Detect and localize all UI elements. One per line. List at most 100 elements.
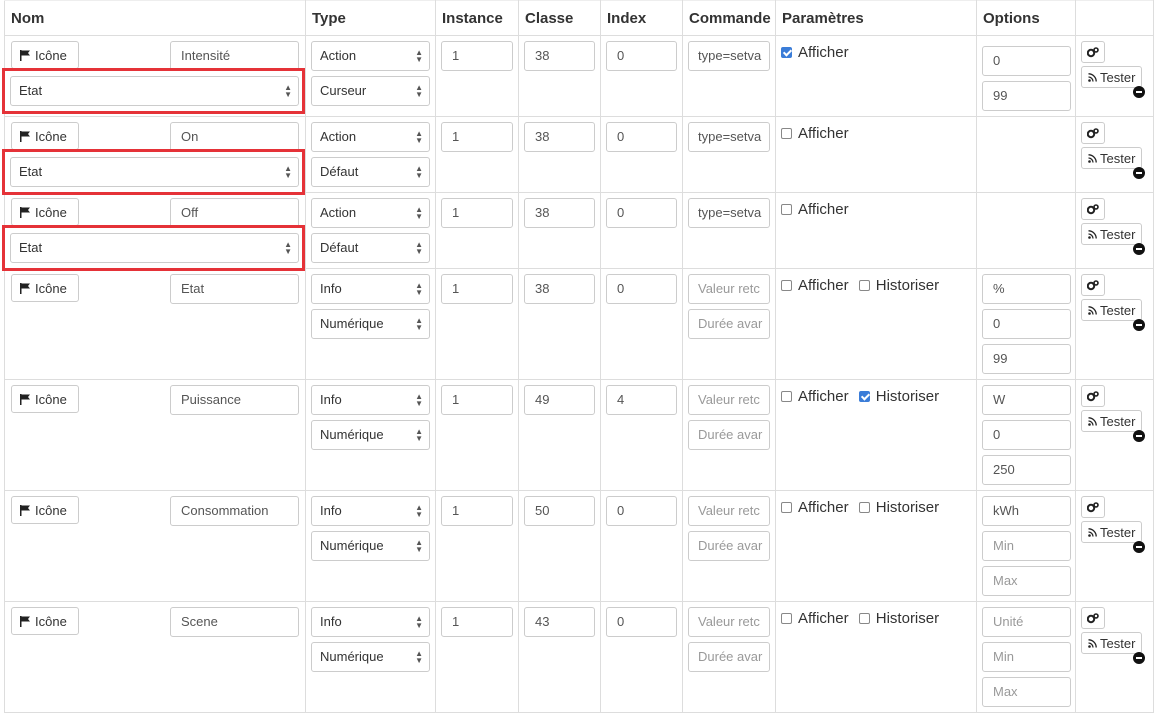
command-name-input[interactable]: Etat	[170, 274, 299, 304]
command-name-input[interactable]: Consommation	[170, 496, 299, 526]
return-value-input[interactable]: Valeur retc	[688, 607, 770, 637]
instance-input[interactable]: 1	[441, 607, 513, 637]
test-button[interactable]: Tester	[1081, 66, 1143, 88]
type-select[interactable]: Info ▲ ▼	[311, 496, 430, 526]
icon-button[interactable]: Icône	[11, 198, 79, 226]
command-input[interactable]: type=setva	[688, 41, 770, 71]
state-select[interactable]: Etat ▲ ▼	[10, 233, 299, 263]
delay-input[interactable]: Durée avar	[688, 309, 770, 339]
state-select[interactable]: Etat ▲ ▼	[10, 157, 299, 187]
icon-button[interactable]: Icône	[11, 41, 79, 69]
subtype-select[interactable]: Défaut ▲ ▼	[311, 157, 430, 187]
instance-input[interactable]: 1	[441, 385, 513, 415]
afficher-checkbox[interactable]	[781, 391, 792, 402]
instance-input[interactable]: 1	[441, 122, 513, 152]
command-input[interactable]: type=setva	[688, 198, 770, 228]
option-input[interactable]: kWh	[982, 496, 1071, 526]
return-value-input[interactable]: Valeur retc	[688, 274, 770, 304]
option-input[interactable]: Min	[982, 642, 1071, 672]
return-value-input[interactable]: Valeur retc	[688, 496, 770, 526]
configure-button[interactable]	[1081, 385, 1105, 407]
option-input[interactable]: 99	[982, 81, 1071, 111]
classe-input[interactable]: 49	[524, 385, 595, 415]
configure-button[interactable]	[1081, 122, 1105, 144]
delay-input[interactable]: Durée avar	[688, 642, 770, 672]
return-value-input[interactable]: Valeur retc	[688, 385, 770, 415]
remove-icon[interactable]	[1133, 167, 1145, 179]
instance-input[interactable]: 1	[441, 198, 513, 228]
afficher-checkbox[interactable]	[781, 613, 792, 624]
classe-input[interactable]: 43	[524, 607, 595, 637]
index-input[interactable]: 4	[606, 385, 677, 415]
historiser-checkbox[interactable]	[858, 391, 870, 402]
afficher-checkbox[interactable]	[781, 280, 792, 291]
index-input[interactable]: 0	[606, 607, 677, 637]
test-button[interactable]: Tester	[1081, 299, 1143, 321]
subtype-select[interactable]: Numérique ▲ ▼	[311, 531, 430, 561]
configure-button[interactable]	[1081, 496, 1105, 518]
option-input[interactable]: Max	[982, 677, 1071, 707]
option-input[interactable]: Unité	[982, 607, 1071, 637]
subtype-select[interactable]: Numérique ▲ ▼	[311, 420, 430, 450]
afficher-checkbox[interactable]	[781, 502, 792, 513]
command-name-input[interactable]: On	[170, 122, 299, 152]
command-name-input[interactable]: Off	[170, 198, 299, 228]
test-button[interactable]: Tester	[1081, 410, 1143, 432]
option-input[interactable]: 250	[982, 455, 1071, 485]
command-input[interactable]: type=setva	[688, 122, 770, 152]
state-select[interactable]: Etat ▲ ▼	[10, 76, 299, 106]
afficher-checkbox[interactable]	[781, 47, 792, 58]
option-input[interactable]: Min	[982, 531, 1071, 561]
classe-input[interactable]: 38	[524, 122, 595, 152]
index-input[interactable]: 0	[606, 198, 677, 228]
type-select[interactable]: Action ▲ ▼	[311, 122, 430, 152]
icon-button[interactable]: Icône	[11, 607, 79, 635]
index-input[interactable]: 0	[606, 274, 677, 304]
subtype-select[interactable]: Numérique ▲ ▼	[311, 642, 430, 672]
instance-input[interactable]: 1	[441, 496, 513, 526]
icon-button[interactable]: Icône	[11, 385, 79, 413]
index-input[interactable]: 0	[606, 41, 677, 71]
type-select[interactable]: Info ▲ ▼	[311, 385, 430, 415]
remove-icon[interactable]	[1133, 652, 1145, 664]
classe-input[interactable]: 50	[524, 496, 595, 526]
classe-input[interactable]: 38	[524, 198, 595, 228]
test-button[interactable]: Tester	[1081, 147, 1143, 169]
configure-button[interactable]	[1081, 607, 1105, 629]
remove-icon[interactable]	[1133, 86, 1145, 98]
option-input[interactable]: 0	[982, 46, 1071, 76]
classe-input[interactable]: 38	[524, 274, 595, 304]
historiser-checkbox[interactable]	[858, 502, 870, 513]
option-input[interactable]: 99	[982, 344, 1071, 374]
delay-input[interactable]: Durée avar	[688, 531, 770, 561]
index-input[interactable]: 0	[606, 122, 677, 152]
instance-input[interactable]: 1	[441, 41, 513, 71]
icon-button[interactable]: Icône	[11, 274, 79, 302]
test-button[interactable]: Tester	[1081, 632, 1143, 654]
remove-icon[interactable]	[1133, 430, 1145, 442]
type-select[interactable]: Action ▲ ▼	[311, 198, 430, 228]
type-select[interactable]: Action ▲ ▼	[311, 41, 430, 71]
icon-button[interactable]: Icône	[11, 496, 79, 524]
index-input[interactable]: 0	[606, 496, 677, 526]
option-input[interactable]: 0	[982, 420, 1071, 450]
test-button[interactable]: Tester	[1081, 521, 1143, 543]
subtype-select[interactable]: Curseur ▲ ▼	[311, 76, 430, 106]
remove-icon[interactable]	[1133, 319, 1145, 331]
remove-icon[interactable]	[1133, 541, 1145, 553]
configure-button[interactable]	[1081, 198, 1105, 220]
option-input[interactable]: %	[982, 274, 1071, 304]
option-input[interactable]: W	[982, 385, 1071, 415]
type-select[interactable]: Info ▲ ▼	[311, 607, 430, 637]
type-select[interactable]: Info ▲ ▼	[311, 274, 430, 304]
classe-input[interactable]: 38	[524, 41, 595, 71]
subtype-select[interactable]: Numérique ▲ ▼	[311, 309, 430, 339]
command-name-input[interactable]: Puissance	[170, 385, 299, 415]
icon-button[interactable]: Icône	[11, 122, 79, 150]
delay-input[interactable]: Durée avar	[688, 420, 770, 450]
test-button[interactable]: Tester	[1081, 223, 1143, 245]
configure-button[interactable]	[1081, 41, 1105, 63]
command-name-input[interactable]: Intensité	[170, 41, 299, 71]
command-name-input[interactable]: Scene	[170, 607, 299, 637]
afficher-checkbox[interactable]	[781, 204, 792, 215]
